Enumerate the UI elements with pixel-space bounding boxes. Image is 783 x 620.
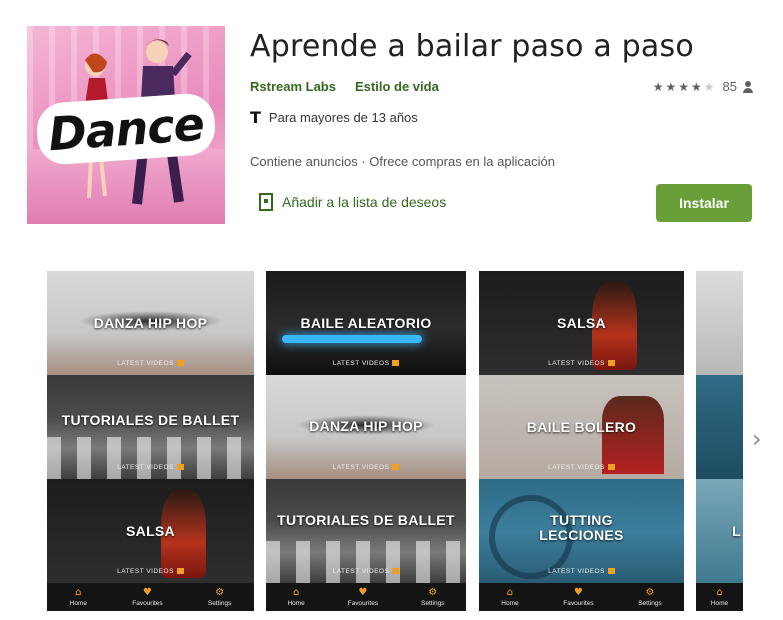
install-button[interactable]: Instalar (656, 184, 752, 222)
home-icon: ⌂ (292, 586, 300, 598)
tile-label: TUTTING LECCIONES (539, 512, 624, 543)
category-tile[interactable] (696, 375, 743, 479)
play-icon (392, 464, 400, 471)
tile-label: L (732, 523, 741, 539)
star-icon: ★ (652, 79, 664, 94)
ads-note: Contiene anuncios · Ofrece compras en la… (250, 154, 555, 169)
tile-subtitle: LATEST VIDEOS (479, 360, 684, 367)
star-half-icon: ★ (691, 79, 702, 94)
play-icon (607, 360, 615, 367)
gear-icon: ⚙ (428, 586, 438, 598)
heart-icon: ♥ (358, 586, 368, 598)
tile-subtitle: LATEST VIDEOS (47, 360, 254, 367)
developer-link[interactable]: Rstream Labs (250, 79, 336, 94)
nav-settings[interactable]: ⚙ Settings (421, 586, 445, 607)
home-icon: ⌂ (75, 586, 82, 598)
bottom-nav: ⌂ Home ♥ Favourites ⚙ Settings (266, 583, 466, 611)
tile-label: SALSA (126, 523, 175, 539)
star-icon: ★ (678, 79, 689, 94)
icon-dance-wordmark: Dance (35, 91, 217, 167)
tile-label: SALSA (557, 315, 606, 331)
home-icon: ⌂ (716, 586, 723, 598)
bottom-nav: ⌂ Home ♥ Favourites ⚙ Settings (479, 583, 684, 611)
category-tile[interactable]: SALSA LATEST VIDEOS (479, 271, 684, 375)
age-rating: T Para mayores de 13 años (250, 108, 418, 127)
nav-home[interactable]: ⌂ Home (501, 586, 518, 607)
gear-icon: ⚙ (215, 586, 225, 598)
nav-home[interactable]: ⌂ Home (70, 586, 87, 607)
star-empty-icon: ★ (703, 79, 715, 94)
category-tile[interactable]: DANZA HIP HOP LATEST VIDEOS (266, 375, 466, 479)
category-tile[interactable]: L (696, 479, 743, 583)
tile-label: TUTORIALES DE BALLET (277, 512, 455, 528)
play-icon (392, 568, 400, 575)
bottom-nav: ⌂ Home ♥ Favourites ⚙ Settings (47, 583, 254, 611)
star-icon: ★ (665, 79, 677, 94)
bookmark-add-icon (259, 193, 273, 211)
nav-home[interactable]: ⌂ Home (711, 586, 728, 607)
rating-summary: ★ ★ ★ ★ ★ 85 (653, 79, 753, 94)
heart-icon: ♥ (573, 586, 583, 598)
screenshot-1[interactable]: DANZA HIP HOP LATEST VIDEOS TUTORIALES D… (47, 271, 254, 611)
rating-count: 85 (722, 79, 737, 94)
tile-subtitle: LATEST VIDEOS (47, 464, 254, 471)
screenshot-3[interactable]: SALSA LATEST VIDEOS BAILE BOLERO LATEST … (479, 271, 684, 611)
tile-label: DANZA HIP HOP (309, 418, 423, 434)
play-icon (176, 464, 184, 471)
play-icon (176, 568, 184, 575)
tile-label: TUTORIALES DE BALLET (61, 412, 240, 428)
category-tile[interactable] (696, 271, 743, 375)
category-tile[interactable]: BAILE ALEATORIO LATEST VIDEOS (266, 271, 466, 375)
nav-favourites[interactable]: ♥ Favourites (348, 586, 378, 607)
category-tile[interactable]: TUTTING LECCIONES LATEST VIDEOS (479, 479, 684, 583)
play-icon (607, 568, 615, 575)
play-icon (607, 464, 615, 471)
home-icon: ⌂ (506, 586, 514, 598)
category-tile[interactable]: SALSA LATEST VIDEOS (47, 479, 254, 583)
teen-rating-icon: T (250, 108, 261, 127)
category-tile[interactable]: BAILE BOLERO LATEST VIDEOS (479, 375, 684, 479)
category-tile[interactable]: TUTORIALES DE BALLET LATEST VIDEOS (47, 375, 254, 479)
wishlist-button[interactable]: Añadir a la lista de deseos (259, 193, 446, 211)
tile-subtitle: LATEST VIDEOS (479, 568, 684, 575)
app-icon: Dance (27, 26, 225, 224)
tile-subtitle: LATEST VIDEOS (266, 568, 466, 575)
nav-favourites[interactable]: ♥ Favourites (563, 586, 593, 607)
chevron-right-icon[interactable]: › (752, 425, 762, 453)
tile-label: BAILE ALEATORIO (300, 315, 432, 331)
tile-subtitle: LATEST VIDEOS (266, 464, 466, 471)
nav-favourites[interactable]: ♥ Favourites (132, 586, 162, 607)
tile-label: DANZA HIP HOP (93, 315, 208, 331)
nav-home[interactable]: ⌂ Home (287, 586, 304, 607)
tile-subtitle: LATEST VIDEOS (479, 464, 684, 471)
tile-label: BAILE BOLERO (526, 419, 637, 435)
app-title: Aprende a bailar paso a paso (250, 29, 694, 64)
gear-icon: ⚙ (645, 586, 655, 598)
play-icon (392, 360, 400, 367)
tile-subtitle: LATEST VIDEOS (47, 568, 254, 575)
category-link[interactable]: Estilo de vida (355, 79, 439, 94)
screenshot-4[interactable]: L ⌂ Home (696, 271, 743, 611)
bottom-nav: ⌂ Home (696, 583, 743, 611)
category-tile[interactable]: DANZA HIP HOP LATEST VIDEOS (47, 271, 254, 375)
screenshot-2[interactable]: BAILE ALEATORIO LATEST VIDEOS DANZA HIP … (266, 271, 466, 611)
age-rating-label: Para mayores de 13 años (268, 110, 418, 125)
wishlist-label: Añadir a la lista de deseos (282, 194, 447, 210)
nav-settings[interactable]: ⚙ Settings (638, 586, 662, 607)
heart-icon: ♥ (142, 586, 152, 598)
person-icon (743, 80, 753, 93)
category-tile[interactable]: TUTORIALES DE BALLET LATEST VIDEOS (266, 479, 466, 583)
tile-subtitle: LATEST VIDEOS (266, 360, 466, 367)
play-icon (176, 360, 184, 367)
nav-settings[interactable]: ⚙ Settings (208, 586, 232, 607)
